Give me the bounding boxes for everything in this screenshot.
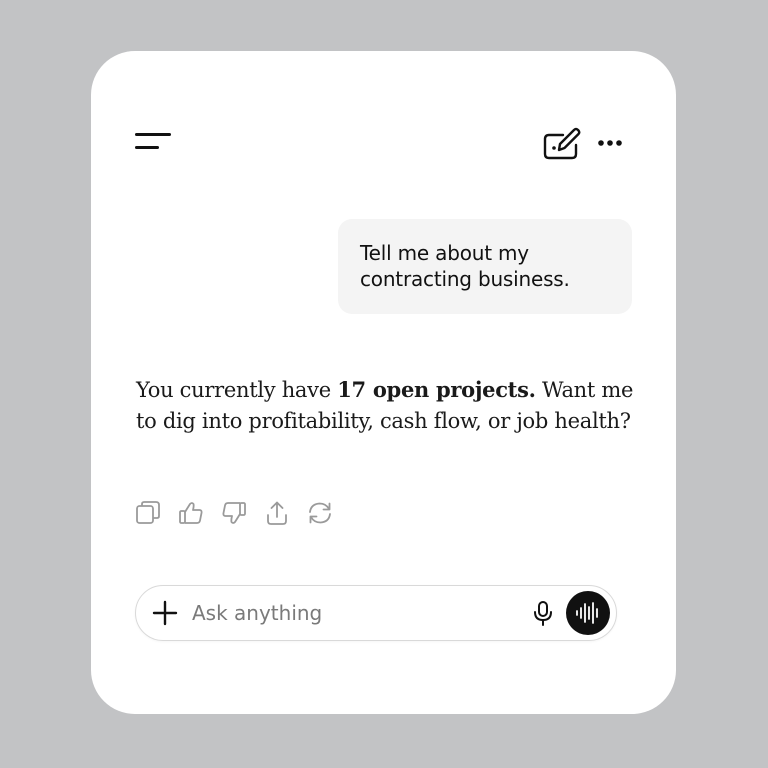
copy-button[interactable] [134, 499, 162, 527]
voice-waveform-icon [576, 602, 598, 624]
share-button[interactable] [263, 499, 291, 527]
more-options-button[interactable] [597, 131, 625, 155]
composer [135, 585, 617, 641]
thumbs-down-button[interactable] [220, 499, 248, 527]
more-icon [598, 140, 622, 146]
menu-button[interactable] [133, 131, 173, 153]
mic-icon [534, 601, 552, 626]
copy-icon [136, 501, 160, 524]
voice-mode-button[interactable] [566, 591, 610, 635]
refresh-icon [309, 502, 331, 524]
message-actions [134, 498, 349, 528]
thumbs-down-icon [222, 502, 246, 524]
assistant-message-highlight: 17 open projects. [337, 377, 536, 402]
user-message: Tell me about my contracting business. [338, 219, 632, 314]
thumbs-up-icon [179, 502, 203, 524]
regenerate-button[interactable] [306, 499, 334, 527]
chat-window: Tell me about my contracting business. Y… [91, 51, 676, 714]
dictate-button[interactable] [530, 600, 556, 628]
assistant-message: You currently have 17 open projects. Wan… [136, 374, 641, 437]
attach-button[interactable] [152, 600, 178, 626]
edit-icon [543, 127, 581, 160]
ask-input[interactable] [192, 596, 522, 630]
user-message-text: Tell me about my contracting business. [360, 241, 570, 291]
thumbs-up-button[interactable] [177, 499, 205, 527]
new-chat-button[interactable] [542, 125, 582, 161]
plus-icon [152, 600, 178, 626]
assistant-message-text: You currently have [136, 378, 338, 402]
share-icon [267, 501, 287, 525]
